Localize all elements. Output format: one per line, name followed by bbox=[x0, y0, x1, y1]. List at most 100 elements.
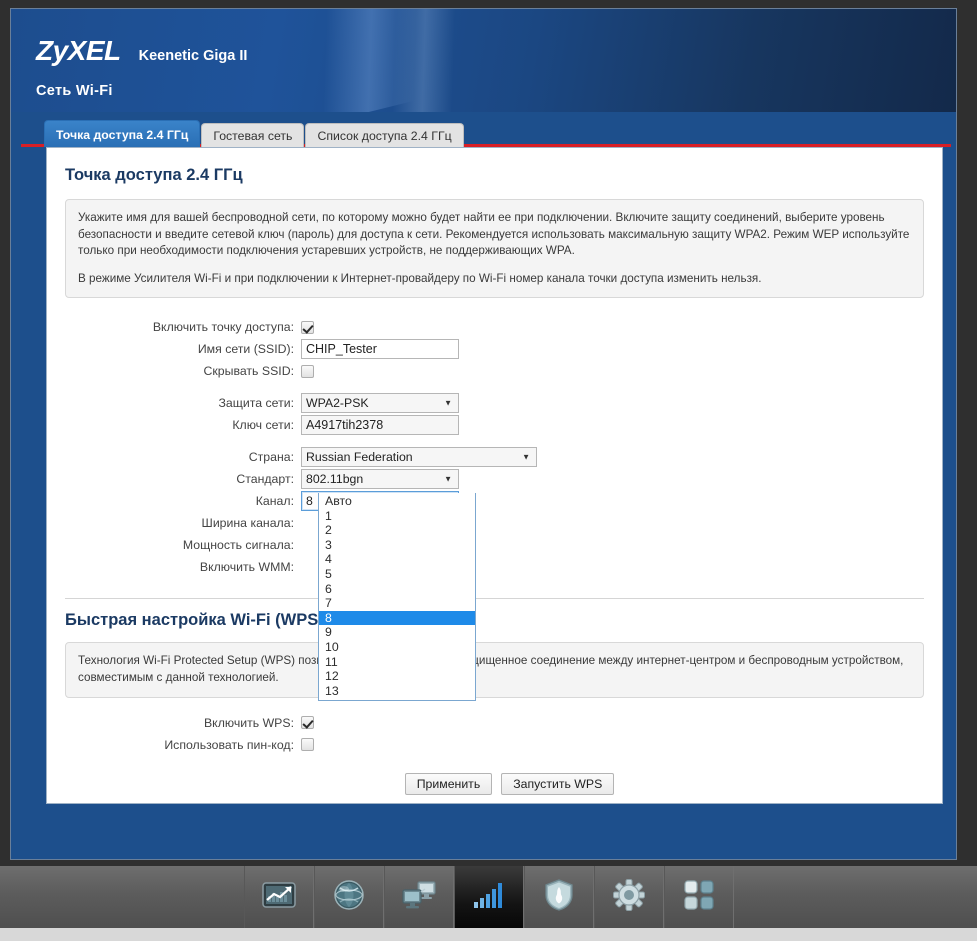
apply-button[interactable]: Применить bbox=[405, 773, 493, 795]
info-paragraph-2: В режиме Усилителя Wi-Fi и при подключен… bbox=[78, 271, 911, 288]
row-enable-wps: Включить WPS: bbox=[65, 712, 924, 734]
channel-option-6[interactable]: 6 bbox=[319, 582, 475, 597]
label-hide-ssid: Скрывать SSID: bbox=[65, 364, 301, 378]
checkbox-enable-wps[interactable] bbox=[301, 716, 314, 729]
channel-option-12[interactable]: 12 bbox=[319, 669, 475, 684]
start-wps-button[interactable]: Запустить WPS bbox=[501, 773, 614, 795]
channel-option-1[interactable]: 1 bbox=[319, 509, 475, 524]
monitor-chart-icon bbox=[262, 881, 296, 914]
channel-option-9[interactable]: 9 bbox=[319, 625, 475, 640]
channel-option-13[interactable]: 13 bbox=[319, 684, 475, 699]
chevron-down-icon: ▼ bbox=[522, 453, 530, 462]
tab-bar: Точка доступа 2.4 ГГц Гостевая сеть Спис… bbox=[44, 120, 465, 147]
label-standard: Стандарт: bbox=[65, 472, 301, 486]
row-wmm: Включить WMM: bbox=[65, 556, 924, 578]
page-title: Сеть Wi-Fi bbox=[36, 83, 113, 99]
firewall-shield-icon bbox=[544, 879, 574, 916]
info-box-access-point: Укажите имя для вашей беспроводной сети,… bbox=[65, 199, 924, 298]
label-signal-power: Мощность сигнала: bbox=[65, 538, 301, 552]
info-paragraph-wps: Технология Wi-Fi Protected Setup (WPS) п… bbox=[78, 653, 911, 686]
row-use-pin: Использовать пин-код: bbox=[65, 734, 924, 756]
taskbar-item-home-network[interactable] bbox=[384, 866, 454, 928]
apps-grid-icon bbox=[684, 880, 714, 915]
channel-option-5[interactable]: 5 bbox=[319, 567, 475, 582]
row-ssid: Имя сети (SSID): bbox=[65, 338, 924, 360]
zyxel-logo: ZyXEL bbox=[36, 35, 121, 67]
button-row: Применить Запустить WPS bbox=[65, 773, 924, 795]
select-country-value: Russian Federation bbox=[306, 450, 413, 464]
input-network-key[interactable] bbox=[301, 415, 459, 435]
label-security: Защита сети: bbox=[65, 396, 301, 410]
chevron-down-icon: ▼ bbox=[444, 475, 452, 484]
section-divider bbox=[65, 598, 924, 599]
info-paragraph-1: Укажите имя для вашей беспроводной сети,… bbox=[78, 210, 911, 260]
router-web-ui: ZyXEL Keenetic Giga II Сеть Wi-Fi Точка … bbox=[10, 8, 957, 860]
chevron-down-icon: ▼ bbox=[444, 399, 452, 408]
select-standard-value: 802.11bgn bbox=[306, 472, 363, 486]
access-point-form: Включить точку доступа: Имя сети (SSID):… bbox=[65, 316, 924, 578]
channel-dropdown-list[interactable]: Авто 1 2 3 4 5 6 7 8 9 10 11 12 13 bbox=[318, 493, 476, 701]
select-country[interactable]: Russian Federation ▼ bbox=[301, 447, 537, 467]
section-heading-wps: Быстрая настройка Wi-Fi (WPS) bbox=[65, 611, 924, 630]
row-country: Страна: Russian Federation ▼ bbox=[65, 446, 924, 468]
taskbar-item-wifi[interactable] bbox=[454, 866, 524, 928]
label-wmm: Включить WMM: bbox=[65, 560, 301, 574]
row-enable-ap: Включить точку доступа: bbox=[65, 316, 924, 338]
checkbox-enable-ap[interactable] bbox=[301, 321, 314, 334]
tab-access-list-24[interactable]: Список доступа 2.4 ГГц bbox=[305, 123, 463, 147]
tab-access-point-24[interactable]: Точка доступа 2.4 ГГц bbox=[44, 120, 200, 147]
select-channel-value: 8 bbox=[306, 494, 313, 508]
window-chrome-top bbox=[0, 0, 977, 8]
wifi-signal-bars-icon bbox=[472, 880, 506, 915]
page-header: ZyXEL Keenetic Giga II Сеть Wi-Fi bbox=[11, 9, 956, 112]
row-standard: Стандарт: 802.11bgn ▼ bbox=[65, 468, 924, 490]
channel-option-auto[interactable]: Авто bbox=[319, 494, 475, 509]
label-enable-ap: Включить точку доступа: bbox=[65, 320, 301, 334]
row-signal-power: Мощность сигнала: bbox=[65, 534, 924, 556]
wps-form: Включить WPS: Использовать пин-код: bbox=[65, 712, 924, 756]
network-computers-icon bbox=[400, 880, 438, 915]
channel-option-4[interactable]: 4 bbox=[319, 552, 475, 567]
taskbar-item-applications[interactable] bbox=[664, 866, 734, 928]
row-channel: Канал: 8 ▼ bbox=[65, 490, 924, 512]
router-model-name: Keenetic Giga II bbox=[139, 48, 248, 64]
channel-option-7[interactable]: 7 bbox=[319, 596, 475, 611]
select-security-value: WPA2-PSK bbox=[306, 396, 369, 410]
input-ssid[interactable] bbox=[301, 339, 459, 359]
row-security: Защита сети: WPA2-PSK ▼ bbox=[65, 392, 924, 414]
taskbar-base-strip bbox=[0, 928, 977, 941]
label-channel-width: Ширина канала: bbox=[65, 516, 301, 530]
checkbox-use-pin[interactable] bbox=[301, 738, 314, 751]
taskbar-item-settings[interactable] bbox=[594, 866, 664, 928]
label-use-pin: Использовать пин-код: bbox=[65, 738, 301, 752]
tab-guest-network[interactable]: Гостевая сеть bbox=[201, 123, 304, 147]
row-hide-ssid: Скрывать SSID: bbox=[65, 360, 924, 382]
label-channel: Канал: bbox=[65, 494, 301, 508]
section-heading-access-point: Точка доступа 2.4 ГГц bbox=[65, 166, 924, 185]
channel-option-2[interactable]: 2 bbox=[319, 523, 475, 538]
label-country: Страна: bbox=[65, 450, 301, 464]
select-standard[interactable]: 802.11bgn ▼ bbox=[301, 469, 459, 489]
channel-option-11[interactable]: 11 bbox=[319, 655, 475, 670]
window-chrome-right bbox=[957, 0, 977, 866]
checkbox-hide-ssid[interactable] bbox=[301, 365, 314, 378]
label-enable-wps: Включить WPS: bbox=[65, 716, 301, 730]
taskbar-item-system-monitor[interactable] bbox=[244, 866, 314, 928]
row-channel-width: Ширина канала: bbox=[65, 512, 924, 534]
label-network-key: Ключ сети: bbox=[65, 418, 301, 432]
channel-option-8[interactable]: 8 bbox=[319, 611, 475, 626]
gear-settings-icon bbox=[613, 879, 645, 916]
taskbar-item-firewall[interactable] bbox=[524, 866, 594, 928]
channel-option-3[interactable]: 3 bbox=[319, 538, 475, 553]
row-network-key: Ключ сети: bbox=[65, 414, 924, 436]
bottom-taskbar bbox=[0, 866, 977, 928]
info-box-wps: Технология Wi-Fi Protected Setup (WPS) п… bbox=[65, 642, 924, 697]
globe-internet-icon bbox=[333, 879, 365, 916]
content-panel: Точка доступа 2.4 ГГц Укажите имя для ва… bbox=[46, 147, 943, 804]
header-light-streak-secondary bbox=[258, 9, 585, 112]
select-security[interactable]: WPA2-PSK ▼ bbox=[301, 393, 459, 413]
label-ssid: Имя сети (SSID): bbox=[65, 342, 301, 356]
channel-option-10[interactable]: 10 bbox=[319, 640, 475, 655]
taskbar-item-internet[interactable] bbox=[314, 866, 384, 928]
window-chrome-left bbox=[0, 0, 10, 866]
